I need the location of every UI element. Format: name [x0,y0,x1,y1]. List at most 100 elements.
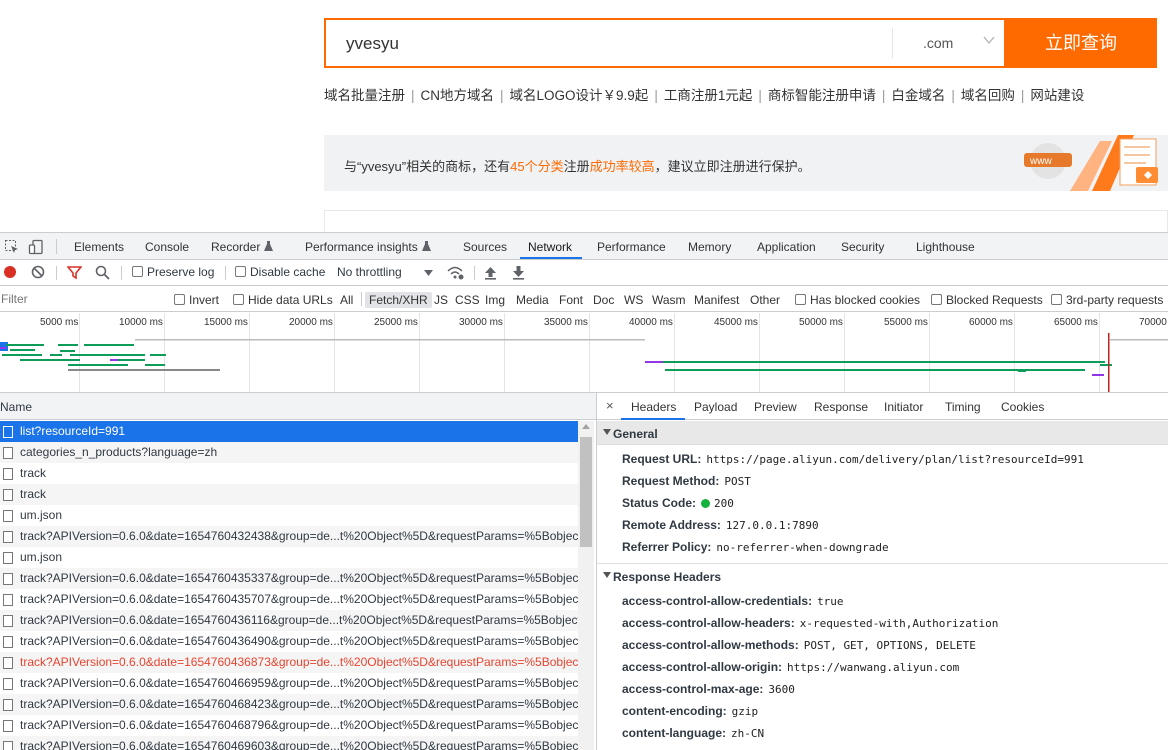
tab-performance-insights[interactable]: Performance insights [305,240,418,254]
link-separator: | [654,88,658,103]
tick-label: 60000 ms [969,317,1013,328]
domain-search-input[interactable]: yvesyu [346,34,399,54]
tick-label: 5000 ms [40,317,79,328]
filter-type-all[interactable]: All [340,293,353,307]
filter-type-css[interactable]: CSS [455,293,480,307]
scroll-up-arrow-icon[interactable] [582,424,590,429]
filter-type-manifest[interactable]: Manifest [694,293,739,307]
filter-type-ws[interactable]: WS [624,293,643,307]
link-separator: | [411,88,415,103]
quick-link[interactable]: 工商注册1元起 [664,88,753,103]
request-row[interactable]: track?APIVersion=0.6.0&date=165476043611… [0,610,578,631]
request-row[interactable]: track [0,463,578,484]
quick-link[interactable]: 商标智能注册申请 [768,88,876,103]
request-list-scrollbar[interactable] [578,421,594,750]
tab-application[interactable]: Application [757,240,816,254]
import-har-icon[interactable] [484,265,497,280]
device-toolbar-icon[interactable] [28,239,44,255]
request-row[interactable]: track [0,484,578,505]
toolbar-divider [121,266,122,280]
tab-elements[interactable]: Elements [74,240,124,254]
search-icon[interactable] [95,265,110,280]
filter-type-wasm[interactable]: Wasm [652,293,686,307]
tab-initiator[interactable]: Initiator [884,400,923,414]
filter-type-font[interactable]: Font [559,293,583,307]
scrollbar-thumb[interactable] [580,437,592,547]
tab-timing[interactable]: Timing [945,400,981,414]
blocked-requests-checkbox[interactable]: Blocked Requests [931,293,1043,307]
network-overview-timeline[interactable]: 5000 ms 10000 ms 15000 ms 20000 ms 25000… [0,313,1168,393]
tab-headers[interactable]: Headers [631,400,676,414]
banner-category-count[interactable]: 45个分类 [510,159,563,174]
section-general[interactable]: General [597,421,1168,445]
tab-memory[interactable]: Memory [688,240,731,254]
network-conditions-icon[interactable] [446,265,464,280]
hide-data-urls-checkbox[interactable]: Hide data URLs [233,293,333,307]
request-row[interactable]: track?APIVersion=0.6.0&date=165476043649… [0,631,578,652]
quick-link[interactable]: 域名LOGO设计￥9.9起 [510,88,649,103]
request-row[interactable]: track?APIVersion=0.6.0&date=165476043243… [0,526,578,547]
third-party-checkbox[interactable]: 3rd-party requests [1051,293,1163,307]
detail-tabbar: × Headers Payload Preview Response Initi… [597,393,1168,420]
filter-type-doc[interactable]: Doc [593,293,614,307]
request-row[interactable]: list?resourceId=991 [0,421,578,442]
name-column-header[interactable]: Name [0,400,32,414]
request-row[interactable]: track?APIVersion=0.6.0&date=165476046879… [0,715,578,736]
filter-type-media[interactable]: Media [516,293,549,307]
tab-console[interactable]: Console [145,240,189,254]
request-row[interactable]: track?APIVersion=0.6.0&date=165476043533… [0,568,578,589]
tab-response[interactable]: Response [814,400,868,414]
active-tab-indicator [520,257,582,259]
request-row[interactable]: track?APIVersion=0.6.0&date=165476043570… [0,589,578,610]
filter-icon[interactable] [67,265,82,280]
referrer-policy-row: Referrer Policy: no-referrer-when-downgra… [622,540,889,554]
has-blocked-cookies-checkbox[interactable]: Has blocked cookies [795,293,920,307]
record-icon[interactable] [3,265,17,279]
close-icon[interactable]: × [606,398,614,413]
section-response-headers[interactable]: Response Headers [597,563,1168,587]
tab-security[interactable]: Security [841,240,884,254]
request-name: track [20,466,47,480]
invert-checkbox[interactable]: Invert [174,293,219,307]
tab-lighthouse[interactable]: Lighthouse [916,240,975,254]
quick-link[interactable]: CN地方域名 [421,88,495,103]
header-key: access-control-max-age: [622,682,764,696]
throttling-select[interactable]: No throttling [337,265,402,279]
tab-network[interactable]: Network [528,240,572,254]
query-button[interactable]: 立即查询 [1005,18,1157,68]
export-har-icon[interactable] [512,265,525,280]
preserve-log-checkbox[interactable]: Preserve log [132,265,214,279]
link-separator: | [881,88,886,103]
request-name: track?APIVersion=0.6.0&date=165476043649… [20,634,578,648]
request-doc-icon [3,447,13,459]
request-row[interactable]: um.json [0,505,578,526]
request-row[interactable]: track?APIVersion=0.6.0&date=165476046695… [0,673,578,694]
tab-performance[interactable]: Performance [597,240,666,254]
filter-type-img[interactable]: Img [485,293,505,307]
inspect-element-icon[interactable] [4,239,20,255]
tab-sources[interactable]: Sources [463,240,507,254]
tld-select[interactable]: .com [892,28,1006,58]
filter-type-js[interactable]: JS [434,293,448,307]
request-name: list?resourceId=991 [20,424,126,438]
header-key: Status Code: [622,496,697,510]
quick-link[interactable]: 白金域名 [891,88,945,103]
quick-link[interactable]: 域名回购 [961,88,1015,103]
request-doc-icon [3,678,13,690]
request-row[interactable]: um.json [0,547,578,568]
request-row[interactable]: track?APIVersion=0.6.0&date=165476046842… [0,694,578,715]
clear-icon[interactable] [31,265,45,279]
tab-cookies[interactable]: Cookies [1001,400,1044,414]
tab-payload[interactable]: Payload [694,400,737,414]
request-row-error[interactable]: track?APIVersion=0.6.0&date=165476043687… [0,652,578,673]
request-row[interactable]: categories_n_products?language=zh [0,442,578,463]
disable-cache-checkbox[interactable]: Disable cache [235,265,325,279]
filter-type-other[interactable]: Other [750,293,780,307]
filter-type-fetch-xhr[interactable]: Fetch/XHR [365,292,432,308]
quick-link[interactable]: 域名批量注册 [324,88,405,103]
tab-recorder[interactable]: Recorder [211,240,260,254]
filter-input[interactable] [0,290,162,308]
request-row[interactable]: track?APIVersion=0.6.0&date=165476046960… [0,736,578,750]
quick-link[interactable]: 网站建设 [1030,88,1084,103]
tab-preview[interactable]: Preview [754,400,797,414]
